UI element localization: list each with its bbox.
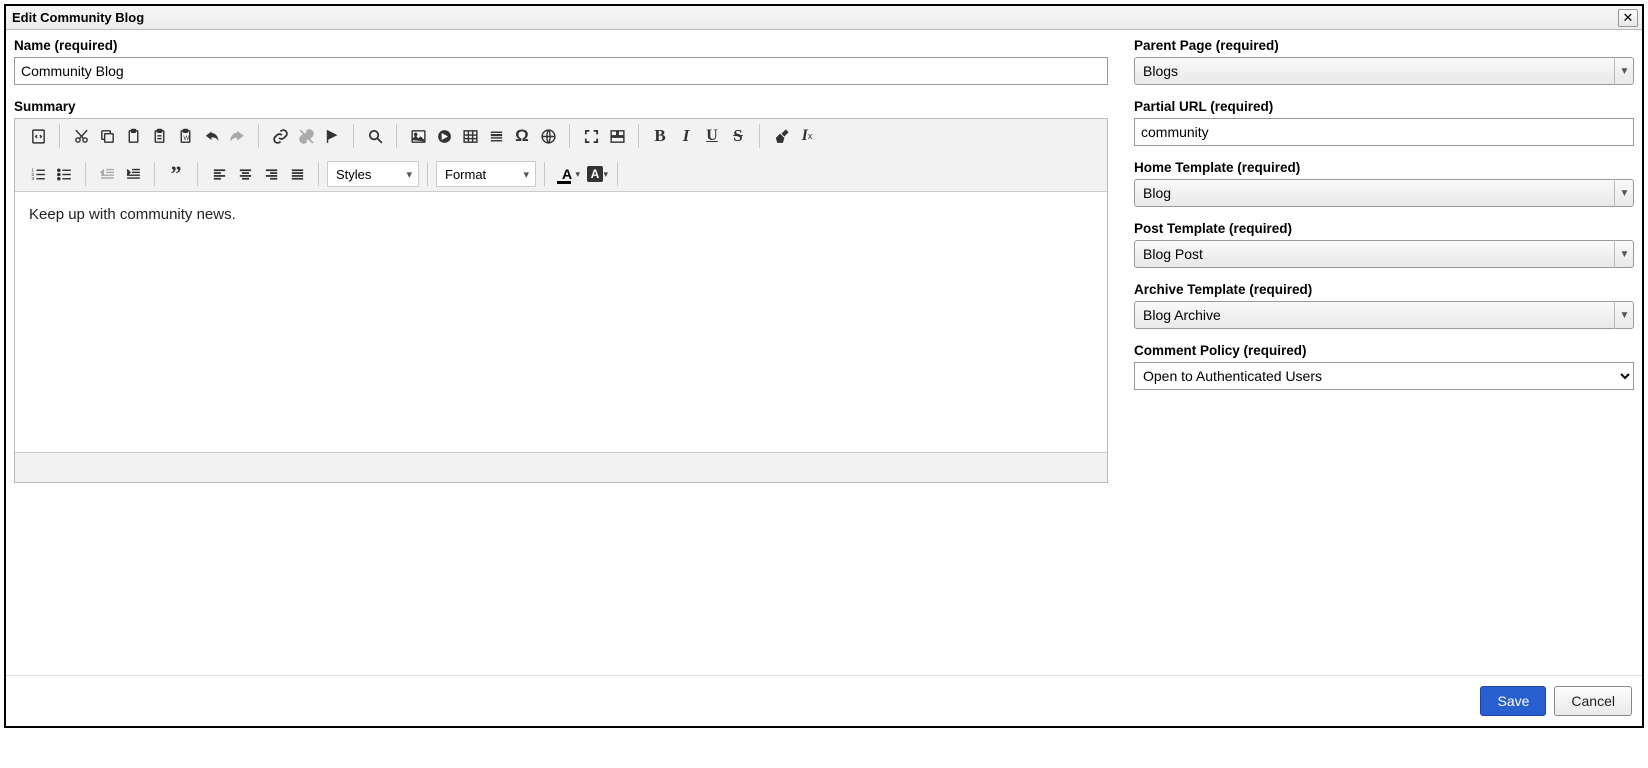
dialog-window: Edit Community Blog ✕ Name (required) Su… [4,4,1644,728]
archive-template-value: Blog Archive [1143,307,1221,323]
bullet-list-icon[interactable] [51,161,77,187]
post-template-select[interactable]: Blog Post ▼ [1134,240,1634,268]
chevron-down-icon: ▼ [1614,57,1634,85]
paste-word-icon[interactable]: W [172,123,198,149]
bold-icon[interactable]: B [647,123,673,149]
remove-format-icon[interactable]: Ix [794,123,820,149]
paste-icon[interactable] [120,123,146,149]
undo-icon[interactable] [198,123,224,149]
comment-policy-label: Comment Policy (required) [1134,343,1634,358]
link-icon[interactable] [267,123,293,149]
align-justify-icon[interactable] [284,161,310,187]
anchor-icon[interactable] [319,123,345,149]
redo-icon[interactable] [224,123,250,149]
archive-template-label: Archive Template (required) [1134,282,1634,297]
chevron-down-icon: ▼ [1614,179,1634,207]
partial-url-label: Partial URL (required) [1134,99,1634,114]
align-left-icon[interactable] [206,161,232,187]
source-icon[interactable] [25,123,51,149]
name-label: Name (required) [14,38,1108,53]
blockquote-icon[interactable]: ” [163,161,189,187]
parent-page-select[interactable]: Blogs ▼ [1134,57,1634,85]
underline-icon[interactable]: U [699,123,725,149]
align-center-icon[interactable] [232,161,258,187]
parent-page-label: Parent Page (required) [1134,38,1634,53]
dialog-body: Name (required) Summary [6,30,1642,675]
close-icon: ✕ [1623,10,1634,26]
editor-statusbar [15,452,1107,482]
bg-color-button[interactable]: A ▾ [581,161,609,187]
styles-combo-label: Styles [336,167,371,182]
find-icon[interactable] [362,123,388,149]
chevron-down-icon: ▼ [1614,301,1634,329]
archive-template-select[interactable]: Blog Archive ▼ [1134,301,1634,329]
format-combo-label: Format [445,167,486,182]
chevron-down-icon: ▼ [1614,240,1634,268]
summary-label: Summary [14,99,1108,114]
close-button[interactable]: ✕ [1618,9,1638,27]
dialog-titlebar: Edit Community Blog ✕ [6,6,1642,30]
comment-policy-select[interactable]: Open to Authenticated Users [1134,362,1634,390]
hr-icon[interactable] [483,123,509,149]
styles-combo[interactable]: Styles [327,161,419,187]
copy-icon[interactable] [94,123,120,149]
post-template-label: Post Template (required) [1134,221,1634,236]
home-template-select[interactable]: Blog ▼ [1134,179,1634,207]
svg-text:3: 3 [31,176,34,182]
image-icon[interactable] [405,123,431,149]
unlink-icon[interactable] [293,123,319,149]
dialog-footer: Save Cancel [6,675,1642,726]
special-char-icon[interactable]: Ω [509,123,535,149]
editor-body[interactable]: Keep up with community news. [15,192,1107,452]
editor-toolbar: W [15,119,1107,192]
iframe-icon[interactable] [535,123,561,149]
table-icon[interactable] [457,123,483,149]
paste-text-icon[interactable] [146,123,172,149]
dialog-title: Edit Community Blog [10,10,1618,25]
format-combo[interactable]: Format [436,161,536,187]
copy-format-icon[interactable] [768,123,794,149]
indent-icon[interactable] [120,161,146,187]
cancel-button[interactable]: Cancel [1554,686,1632,716]
right-column: Parent Page (required) Blogs ▼ Partial U… [1134,38,1634,667]
maximize-icon[interactable] [578,123,604,149]
post-template-value: Blog Post [1143,246,1203,262]
text-color-button[interactable]: A ▾ [553,161,581,187]
embed-icon[interactable] [431,123,457,149]
name-input[interactable] [14,57,1108,85]
parent-page-value: Blogs [1143,63,1178,79]
outdent-icon[interactable] [94,161,120,187]
strike-icon[interactable]: S [725,123,751,149]
save-button[interactable]: Save [1480,686,1546,716]
summary-editor: W [14,118,1108,483]
home-template-value: Blog [1143,185,1171,201]
numbered-list-icon[interactable]: 123 [25,161,51,187]
partial-url-input[interactable] [1134,118,1634,146]
home-template-label: Home Template (required) [1134,160,1634,175]
left-column: Name (required) Summary [14,38,1108,667]
align-right-icon[interactable] [258,161,284,187]
italic-icon[interactable]: I [673,123,699,149]
show-blocks-icon[interactable] [604,123,630,149]
cut-icon[interactable] [68,123,94,149]
svg-text:W: W [183,135,189,142]
